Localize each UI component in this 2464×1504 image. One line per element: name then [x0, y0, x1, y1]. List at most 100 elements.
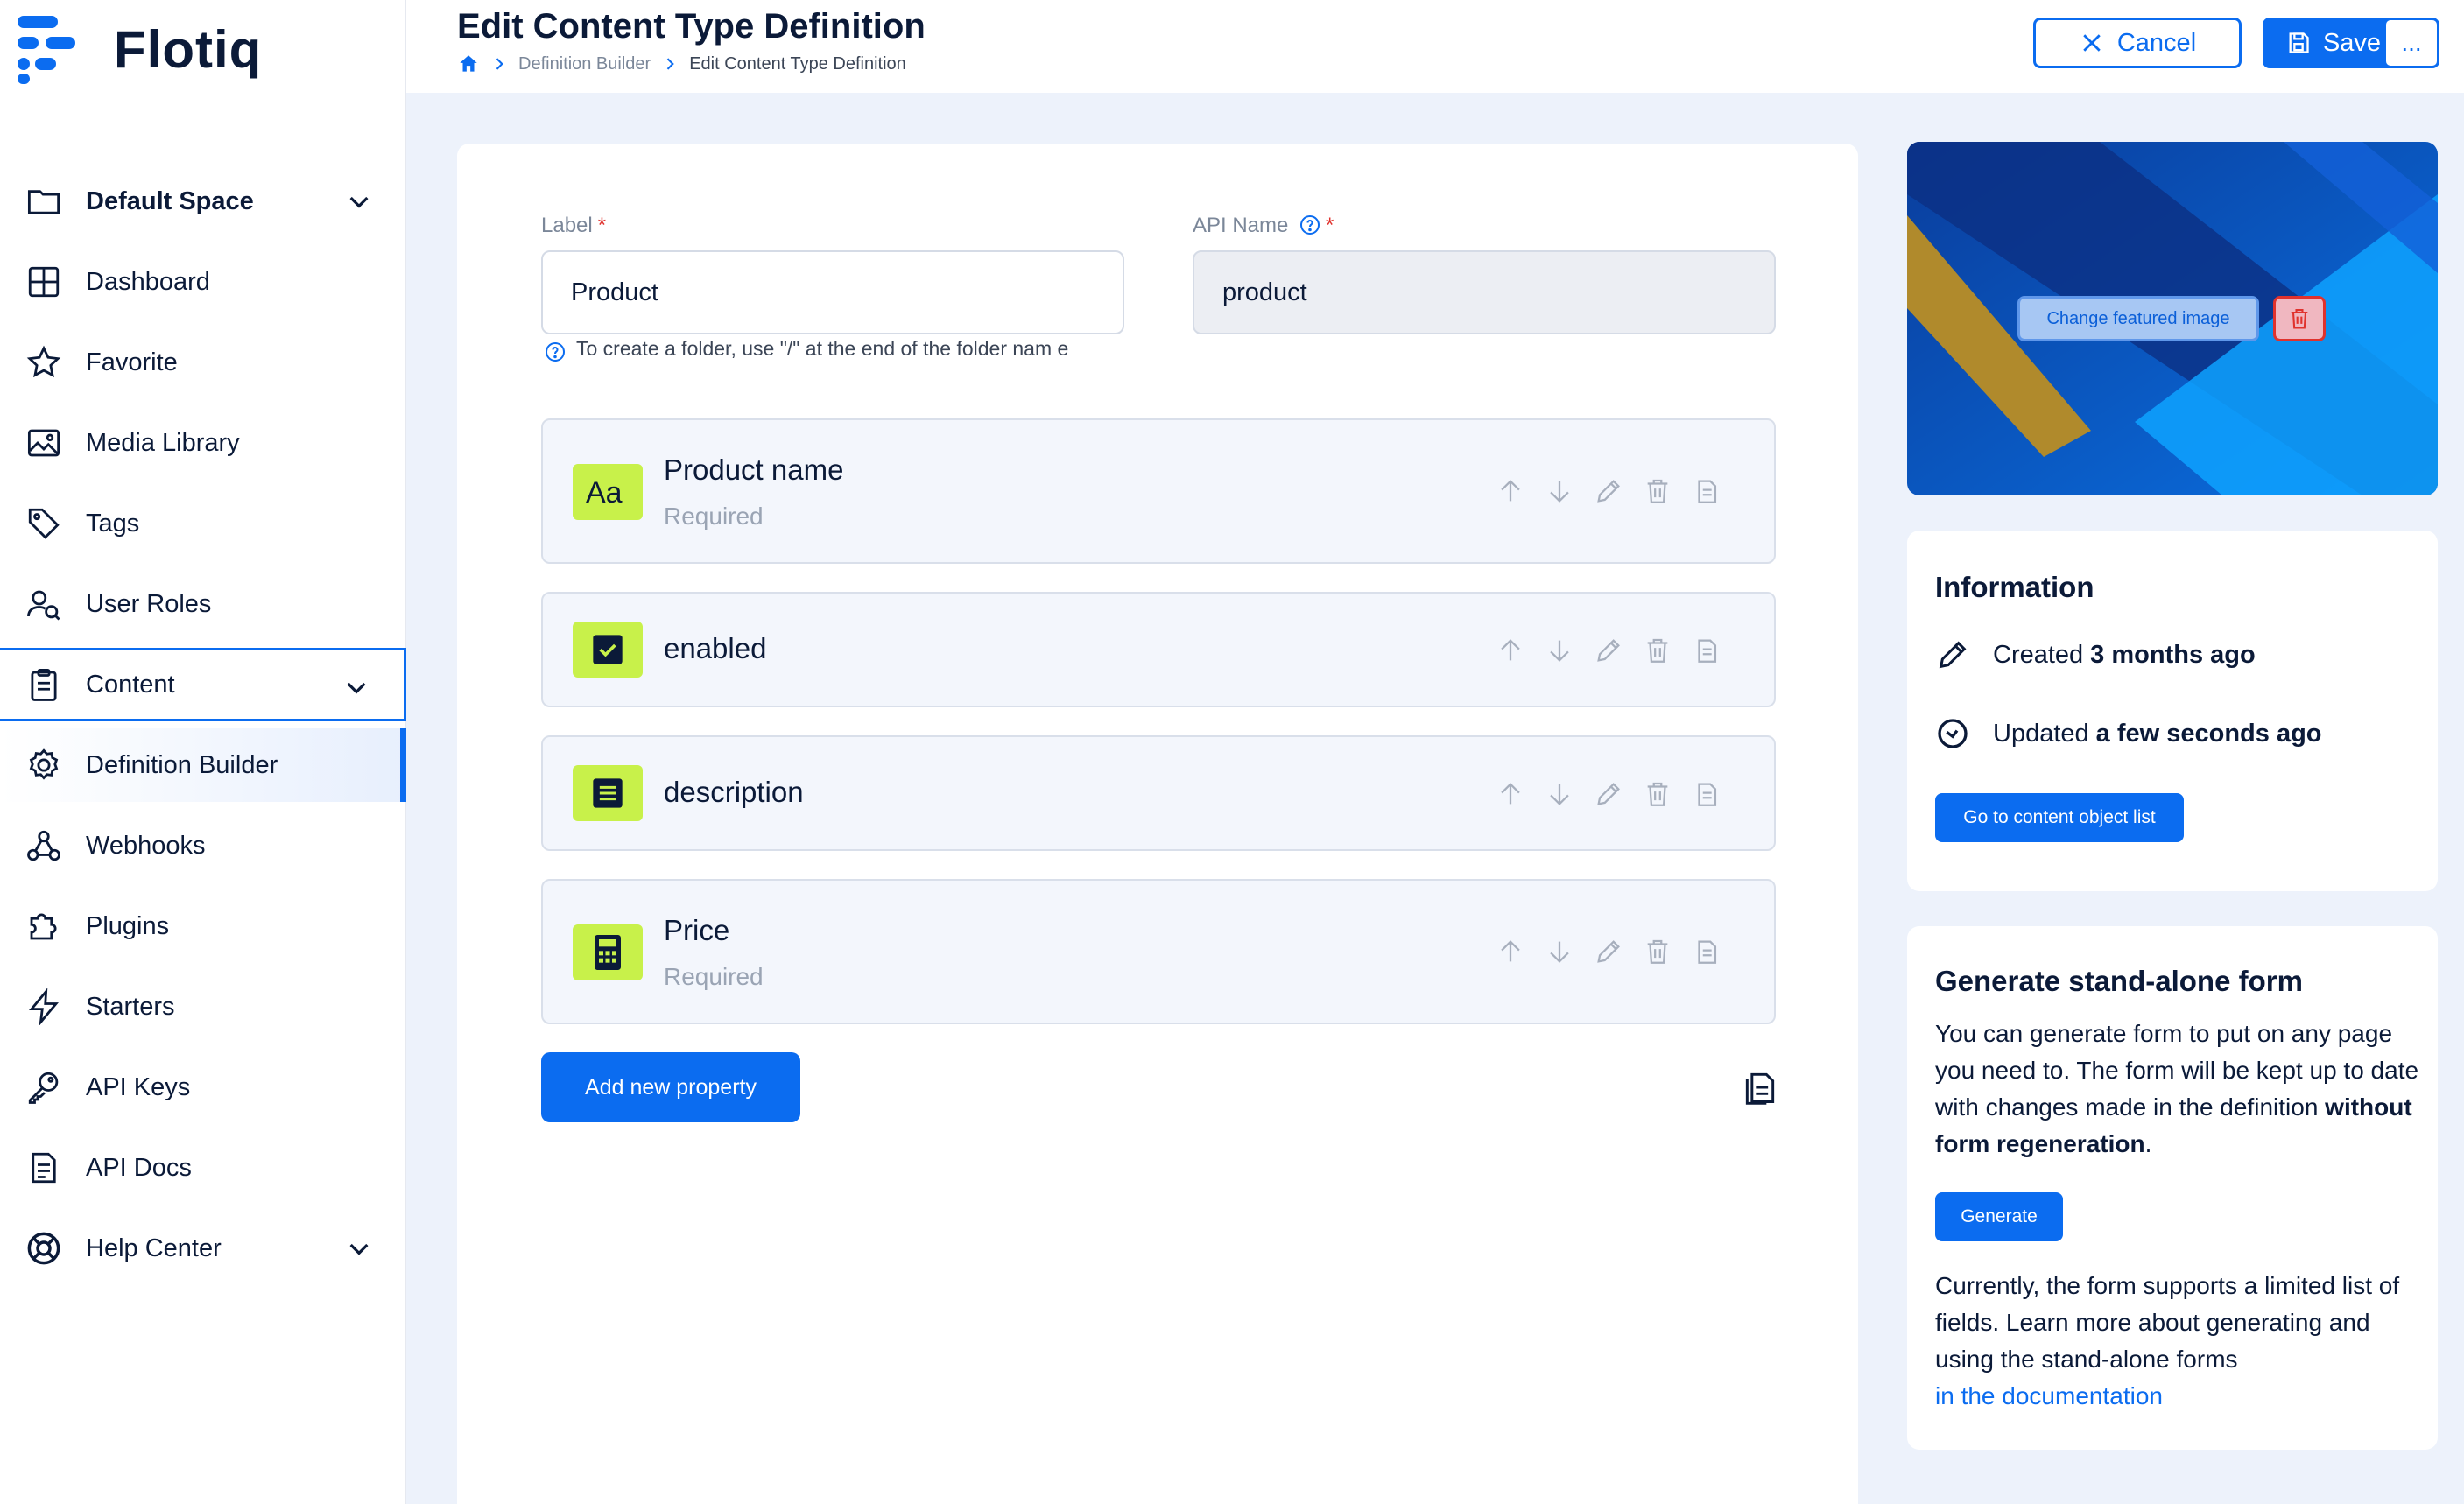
sidebar-item-default-space[interactable]: Default Space — [0, 165, 406, 238]
api-name-input[interactable]: product — [1193, 250, 1776, 334]
sidebar-item-tags[interactable]: Tags — [0, 487, 406, 560]
generate-label: Generate — [1961, 1206, 2038, 1226]
sidebar-item-media-library[interactable]: Media Library — [0, 406, 406, 480]
arrow-up-icon[interactable] — [1496, 636, 1525, 665]
sidebar-item-favorite[interactable]: Favorite — [0, 326, 406, 399]
arrow-up-icon[interactable] — [1496, 937, 1525, 966]
logo[interactable]: Flotiq — [14, 12, 262, 86]
standalone-form-panel: Generate stand-alone form You can genera… — [1907, 926, 2438, 1450]
arrow-up-icon[interactable] — [1496, 476, 1525, 506]
information-title: Information — [1935, 571, 2094, 603]
property-row[interactable]: enabled — [541, 592, 1776, 707]
required-mark: * — [597, 214, 607, 237]
created-info: Created 3 months ago — [1935, 637, 2256, 672]
api-name-input-value: product — [1222, 278, 1307, 306]
sidebar-item-label: API Docs — [86, 1153, 192, 1182]
checkbox-type-icon — [573, 622, 643, 678]
created-prefix: Created — [1993, 640, 2084, 669]
sidebar-item-webhooks[interactable]: Webhooks — [0, 809, 406, 882]
arrow-down-icon[interactable] — [1545, 937, 1574, 966]
api-name-field-text: API Name — [1193, 214, 1289, 237]
sidebar-item-dashboard[interactable]: Dashboard — [0, 245, 406, 319]
updated-value: a few seconds ago — [2095, 719, 2322, 748]
cancel-button[interactable]: Cancel — [2033, 18, 2242, 68]
sidebar-item-plugins[interactable]: Plugins — [0, 889, 406, 963]
trash-icon[interactable] — [1643, 476, 1672, 506]
documentation-link[interactable]: in the documentation — [1935, 1378, 2425, 1415]
top-header: Edit Content Type Definition Definition … — [406, 0, 2464, 93]
arrow-up-icon[interactable] — [1496, 779, 1525, 809]
property-required: Required — [664, 503, 764, 530]
label-field-text: Label — [541, 214, 593, 237]
pencil-icon[interactable] — [1594, 636, 1623, 665]
breadcrumb: Definition Builder Edit Content Type Def… — [457, 53, 906, 75]
user-roles-icon — [25, 585, 63, 623]
go-to-content-object-list-button[interactable]: Go to content object list — [1935, 793, 2184, 842]
sidebar-item-api-docs[interactable]: API Docs — [0, 1131, 406, 1205]
clock-icon — [1938, 719, 1968, 748]
pencil-icon[interactable] — [1594, 937, 1623, 966]
delete-featured-image-button[interactable] — [2273, 296, 2326, 341]
chevron-down-icon[interactable] — [345, 187, 373, 215]
sidebar-item-label: Help Center — [86, 1233, 222, 1262]
sidebar-item-content[interactable]: Content — [0, 648, 406, 721]
help-circle-icon[interactable] — [1299, 214, 1320, 235]
sidebar-item-label: Content — [86, 670, 175, 699]
logo-text: Flotiq — [114, 19, 263, 79]
property-row[interactable]: description — [541, 735, 1776, 851]
arrow-down-icon[interactable] — [1545, 636, 1574, 665]
updated-prefix: Updated — [1993, 719, 2089, 748]
more-options-button[interactable]: ... — [2383, 18, 2439, 68]
lightning-icon — [25, 987, 63, 1026]
chevron-down-icon[interactable] — [345, 1234, 373, 1262]
arrow-down-icon[interactable] — [1545, 476, 1574, 506]
sidebar-item-help-center[interactable]: Help Center — [0, 1212, 406, 1285]
sidebar-item-definition-builder[interactable]: Definition Builder — [0, 728, 406, 802]
trash-icon[interactable] — [1643, 779, 1672, 809]
created-value: 3 months ago — [2090, 640, 2256, 669]
gear-icon — [25, 746, 63, 784]
sidebar-item-user-roles[interactable]: User Roles — [0, 567, 406, 641]
clipboard-icon — [25, 665, 63, 704]
copy-document-icon[interactable] — [1741, 1068, 1779, 1107]
property-actions — [1496, 779, 1721, 809]
home-icon[interactable] — [457, 53, 480, 75]
property-name: Price — [664, 914, 730, 946]
duplicate-icon[interactable] — [1692, 476, 1721, 506]
sidebar-item-api-keys[interactable]: API Keys — [0, 1051, 406, 1124]
standalone-form-title: Generate stand-alone form — [1935, 965, 2303, 997]
chevron-down-icon[interactable] — [342, 673, 370, 701]
dashboard-icon — [25, 263, 63, 301]
duplicate-icon[interactable] — [1692, 636, 1721, 665]
label-input-value: Product — [571, 278, 658, 306]
cancel-label: Cancel — [2116, 28, 2197, 57]
webhooks-icon — [25, 826, 63, 865]
sidebar-item-label: Starters — [86, 992, 175, 1021]
arrow-down-icon[interactable] — [1545, 779, 1574, 809]
property-row[interactable]: Price Required — [541, 879, 1776, 1024]
generate-button[interactable]: Generate — [1935, 1192, 2063, 1241]
sidebar-item-label: Webhooks — [86, 831, 206, 860]
add-new-property-button[interactable]: Add new property — [541, 1052, 800, 1122]
image-icon — [25, 424, 63, 462]
sidebar-item-label: Definition Builder — [86, 750, 278, 779]
sidebar-item-label: Favorite — [86, 348, 178, 376]
trash-icon[interactable] — [1643, 937, 1672, 966]
pencil-icon[interactable] — [1594, 476, 1623, 506]
standalone-text-end: . — [2144, 1130, 2152, 1157]
information-panel: Information Created 3 months ago Updated a… — [1907, 531, 2438, 891]
sidebar-item-starters[interactable]: Starters — [0, 970, 406, 1044]
duplicate-icon[interactable] — [1692, 779, 1721, 809]
pencil-icon[interactable] — [1594, 779, 1623, 809]
sidebar: Flotiq Default Space Dashboard Favorite … — [0, 0, 406, 1504]
document-icon — [25, 1149, 63, 1187]
trash-icon[interactable] — [1643, 636, 1672, 665]
definition-form-card: Label * Product To create a folder, use "… — [457, 144, 1858, 1504]
label-hint-text: To create a folder, use "/" at the end o… — [576, 337, 1069, 360]
duplicate-icon[interactable] — [1692, 937, 1721, 966]
breadcrumb-parent[interactable]: Definition Builder — [518, 54, 651, 74]
label-field-label: Label * — [541, 214, 606, 238]
property-row[interactable]: Aa Product name Required — [541, 418, 1776, 564]
label-input[interactable]: Product — [541, 250, 1124, 334]
change-featured-image-button[interactable]: Change featured image — [2017, 296, 2259, 341]
